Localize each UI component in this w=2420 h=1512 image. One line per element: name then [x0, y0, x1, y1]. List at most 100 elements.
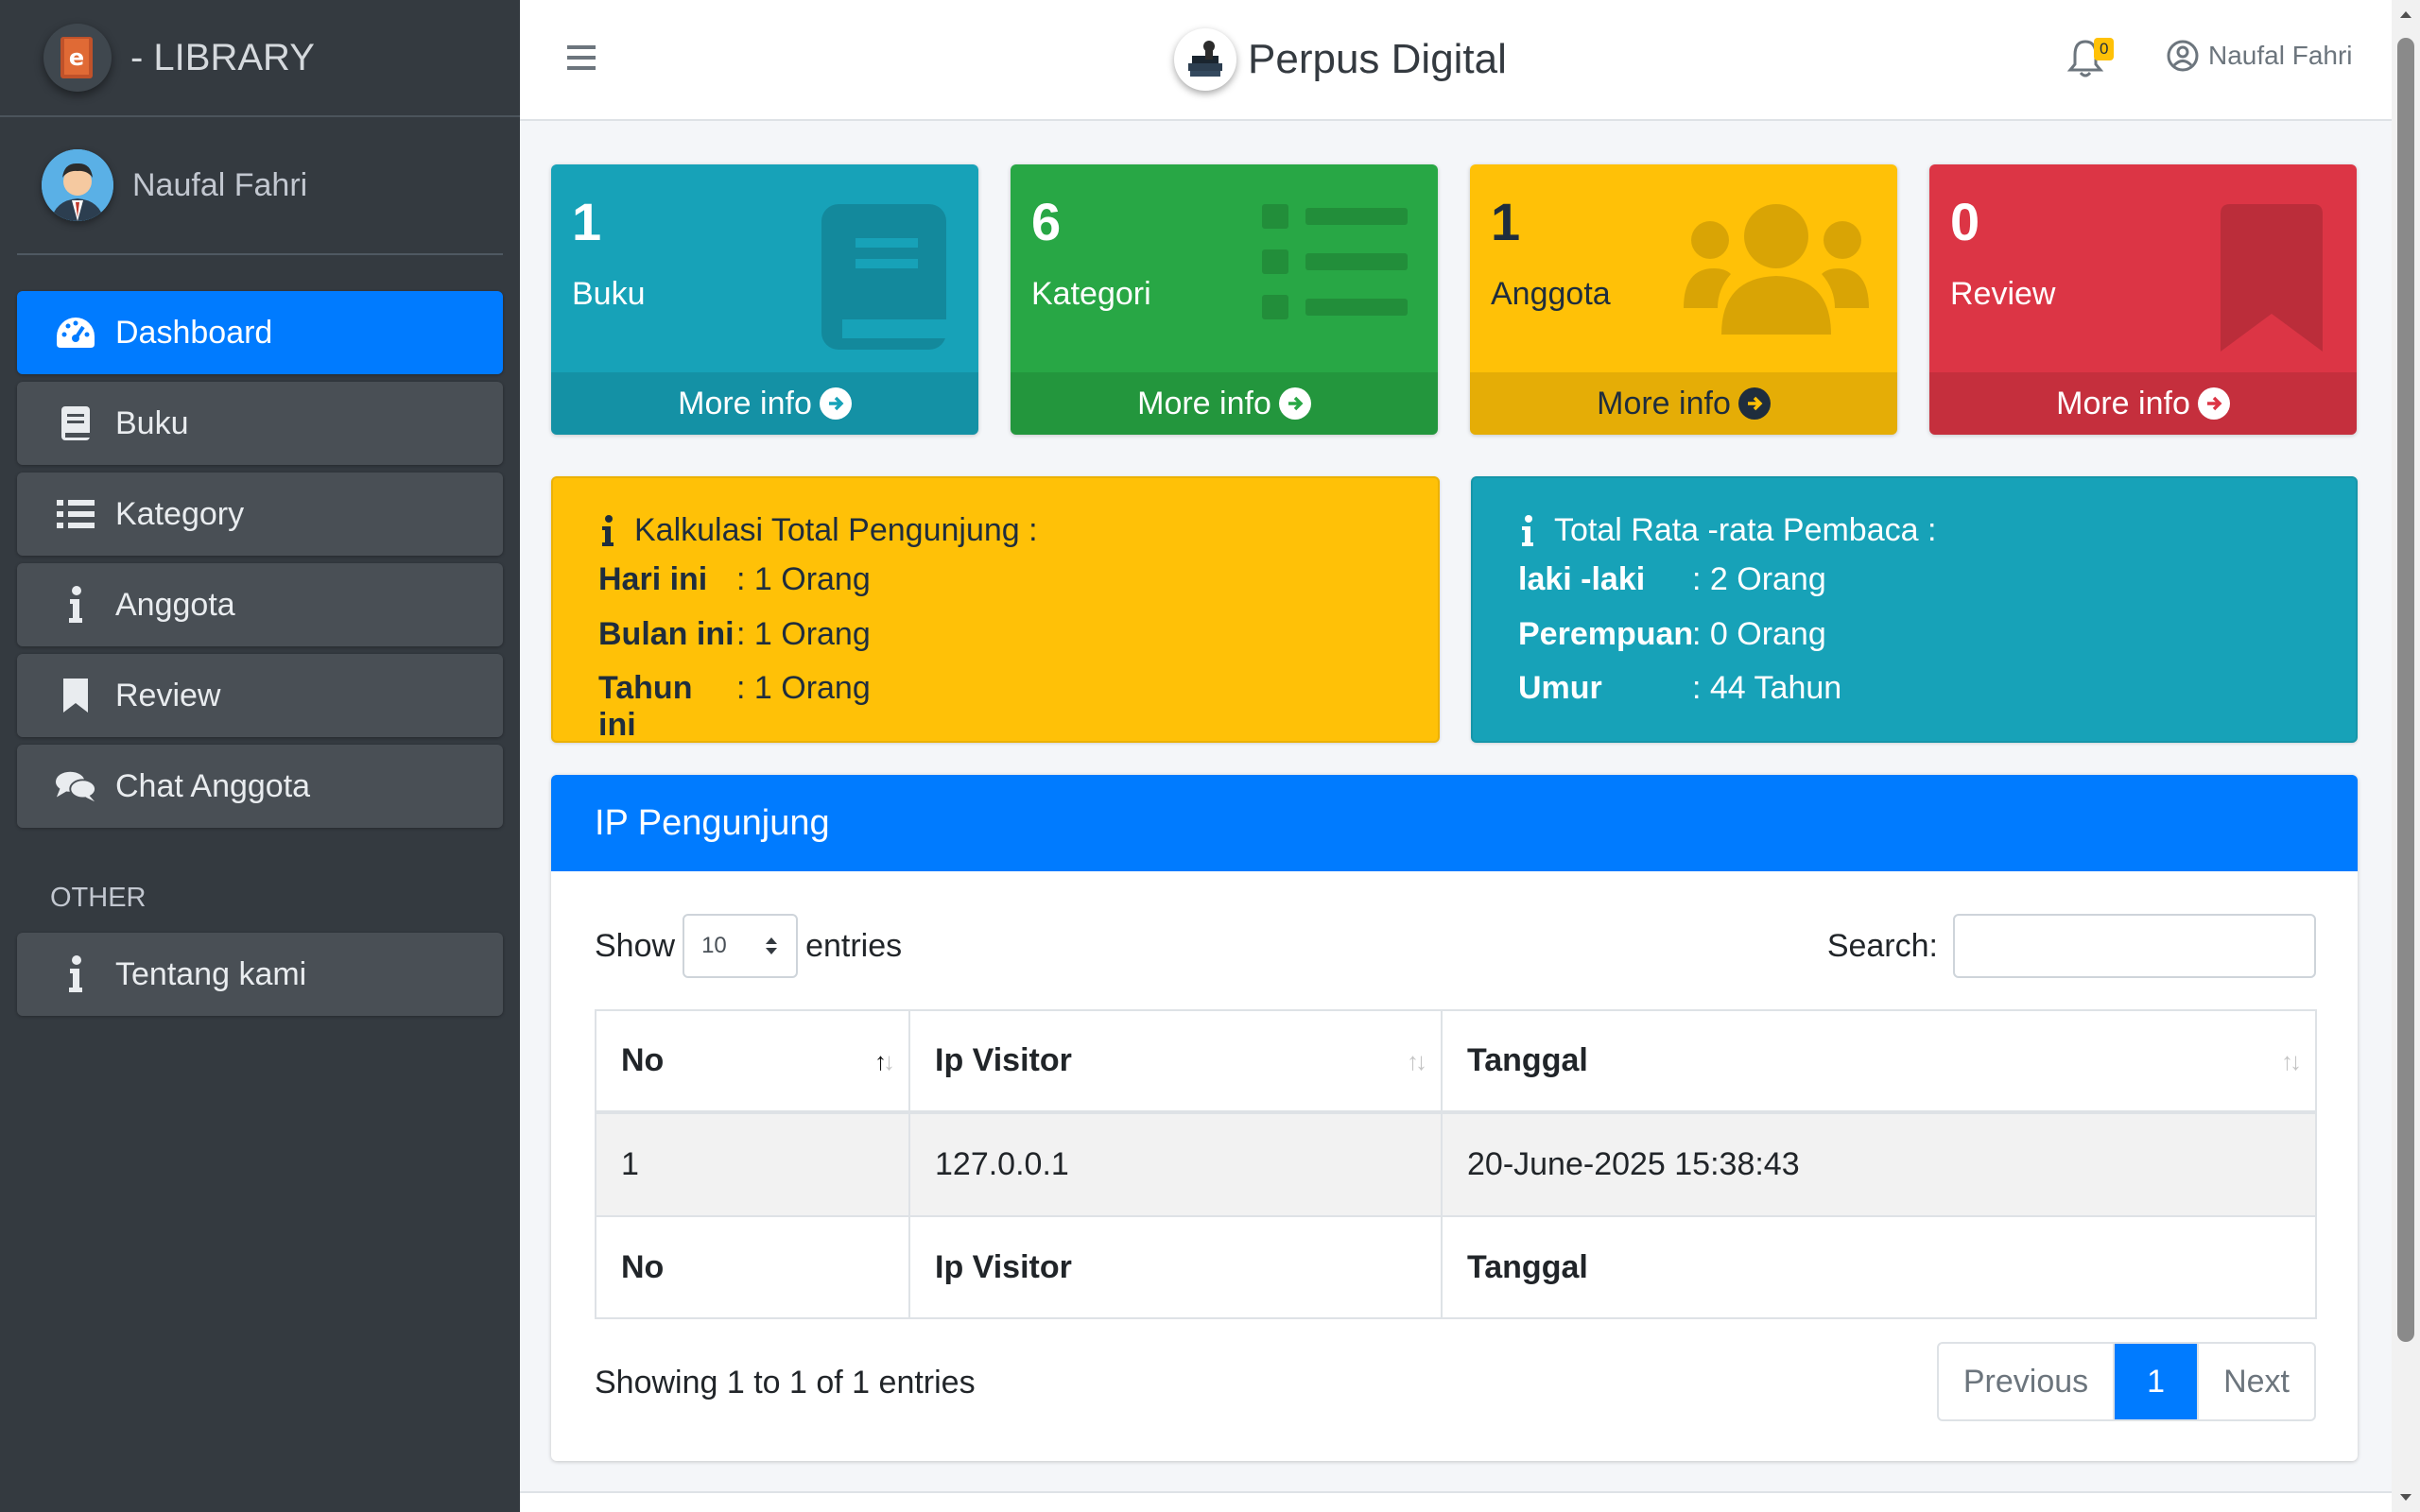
user-panel[interactable]: Naufal Fahri	[17, 117, 503, 255]
column-header-tanggal[interactable]: Tanggal ↑↓	[1441, 1009, 2317, 1114]
more-info-link[interactable]: More info	[1011, 372, 1438, 435]
library-logo-icon: e	[43, 24, 112, 92]
sidebar-item-buku[interactable]: Buku	[17, 382, 503, 465]
svg-text:e: e	[69, 44, 84, 71]
comments-icon	[55, 765, 96, 807]
nav-header-other: OTHER	[50, 883, 147, 913]
previous-button[interactable]: Previous	[1939, 1344, 2113, 1419]
visitor-row-year: Tahun ini: 1 Orang	[598, 670, 871, 743]
arrow-circle-right-icon	[1278, 387, 1311, 420]
book-icon	[55, 403, 96, 444]
page-1-button[interactable]: 1	[2113, 1344, 2198, 1419]
column-header-no[interactable]: No ↑↓	[595, 1009, 910, 1114]
stat-box-anggota: 1 Anggota More info	[1470, 164, 1897, 435]
more-info-label: More info	[2056, 385, 2190, 421]
stat-box-review: 0 Review More info	[1929, 164, 2357, 435]
cell-ip: 127.0.0.1	[908, 1111, 1443, 1217]
site-name: Perpus Digital	[1248, 36, 1507, 82]
stat-value: 6	[1031, 192, 1062, 251]
user-name: Naufal Fahri	[132, 166, 308, 203]
entries-length: Show 10 entries	[595, 913, 902, 979]
more-info-link[interactable]: More info	[1470, 372, 1897, 435]
user-circle-icon	[2167, 40, 2199, 72]
sidebar-nav: Dashboard Buku Kategory Anggota Review C…	[0, 291, 520, 1016]
stat-value: 0	[1950, 192, 1980, 251]
sidebar-item-tentang-kami[interactable]: Tentang kami	[17, 933, 503, 1016]
search-input[interactable]	[1953, 914, 2316, 978]
cell-date: 20-June-2025 15:38:43	[1441, 1111, 2317, 1217]
sidebar-item-label: Review	[115, 677, 221, 713]
visitor-row-today: Hari ini: 1 Orang	[598, 561, 871, 597]
top-navbar: Perpus Digital 0 Naufal Fahri	[520, 0, 2392, 121]
stat-label: Kategori	[1031, 276, 1151, 312]
sidebar-item-label: Kategory	[115, 495, 245, 532]
more-info-link[interactable]: More info	[551, 372, 978, 435]
reader-stats-panel: Total Rata -rata Pembaca : laki -laki: 2…	[1471, 476, 2358, 743]
sidebar-item-anggota[interactable]: Anggota	[17, 563, 503, 646]
scrollbar[interactable]	[2392, 0, 2420, 1512]
scroll-down-icon[interactable]	[2392, 1484, 2420, 1512]
visitor-row-month: Bulan ini: 1 Orang	[598, 616, 871, 652]
column-header-ip-visitor[interactable]: Ip Visitor ↑↓	[908, 1009, 1443, 1114]
info-icon	[595, 514, 621, 547]
stat-label: Buku	[572, 276, 646, 312]
reader-row-male: laki -laki: 2 Orang	[1518, 561, 1826, 597]
sidebar: e - LIBRARY Naufal Fahri Dashboard Buku …	[0, 0, 520, 1512]
bookmark-icon	[55, 675, 96, 716]
stat-value: 1	[572, 192, 602, 251]
more-info-link[interactable]: More info	[1929, 372, 2357, 435]
pagination: Previous 1 Next	[1936, 1342, 2316, 1421]
arrow-circle-right-icon	[1737, 387, 1771, 420]
stat-value: 1	[1491, 192, 1521, 251]
scroll-up-icon[interactable]	[2392, 0, 2420, 28]
sidebar-item-label: Buku	[115, 404, 189, 441]
sort-icon: ↑↓	[1407, 1047, 1427, 1075]
site-title[interactable]: Perpus Digital	[1174, 28, 1507, 91]
sort-icon: ↑↓	[2281, 1047, 2302, 1075]
sidebar-item-label: Tentang kami	[115, 955, 307, 992]
visitor-stats-title: Kalkulasi Total Pengunjung :	[595, 512, 1038, 549]
sidebar-item-label: Dashboard	[115, 314, 273, 351]
brand-link[interactable]: e - LIBRARY	[0, 0, 520, 117]
profile-menu[interactable]: Naufal Fahri	[2167, 40, 2353, 72]
avatar	[42, 149, 113, 221]
search-label: Search:	[1826, 927, 1938, 964]
cell-no: 1	[595, 1111, 910, 1217]
footer-edge	[520, 1491, 2392, 1512]
visitor-stats-panel: Kalkulasi Total Pengunjung : Hari ini: 1…	[551, 476, 1440, 743]
stat-box-kategori: 6 Kategori More info	[1011, 164, 1438, 435]
bookmark-icon	[2215, 202, 2328, 358]
entries-select[interactable]: 10	[683, 914, 799, 978]
footer-no: No	[595, 1215, 910, 1319]
list-icon	[1258, 202, 1409, 330]
sidebar-item-review[interactable]: Review	[17, 654, 503, 737]
table-search: Search:	[1827, 913, 2316, 979]
users-icon	[1684, 202, 1869, 339]
book-icon	[818, 202, 950, 358]
table-row: 1 127.0.0.1 20-June-2025 15:38:43	[595, 1111, 2317, 1217]
scrollbar-thumb[interactable]	[2397, 38, 2414, 1342]
sidebar-item-label: Anggota	[115, 586, 235, 623]
footer-tanggal: Tanggal	[1441, 1215, 2317, 1319]
arrow-circle-right-icon	[819, 387, 852, 420]
more-info-label: More info	[678, 385, 812, 421]
info-icon	[1514, 514, 1541, 547]
reader-row-age: Umur: 44 Tahun	[1518, 670, 1842, 706]
menu-toggle-icon[interactable]	[565, 42, 597, 74]
sort-asc-icon: ↑↓	[874, 1047, 895, 1075]
ip-visitor-table: No ↑↓ Ip Visitor ↑↓ Tanggal ↑↓ 1 127.0.0.1 …	[595, 1009, 2317, 1319]
card-title: IP Pengunjung	[551, 775, 2358, 871]
sidebar-item-chat-anggota[interactable]: Chat Anggota	[17, 745, 503, 828]
info-icon	[55, 584, 96, 626]
reader-stats-title: Total Rata -rata Pembaca :	[1514, 512, 1936, 549]
next-button[interactable]: Next	[2197, 1344, 2314, 1419]
ip-visitor-card: IP Pengunjung Show 10 entries Search: No…	[551, 775, 2358, 1461]
info-icon	[55, 954, 96, 995]
sidebar-item-label: Chat Anggota	[115, 767, 311, 804]
sidebar-item-dashboard[interactable]: Dashboard	[17, 291, 503, 374]
sidebar-item-kategory[interactable]: Kategory	[17, 472, 503, 556]
notification-badge: 0	[2094, 38, 2115, 60]
footer-ip-visitor: Ip Visitor	[908, 1215, 1443, 1319]
table-controls: Show 10 entries Search:	[595, 913, 2316, 979]
library-logo-icon	[1174, 28, 1236, 91]
